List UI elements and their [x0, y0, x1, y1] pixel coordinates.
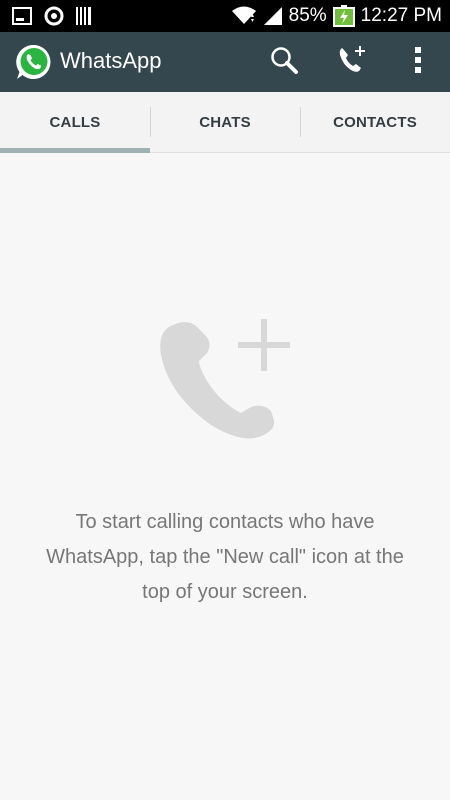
search-button[interactable] — [262, 40, 306, 84]
new-call-icon — [336, 44, 368, 81]
overflow-menu-button[interactable] — [396, 40, 440, 84]
whatsapp-logo-icon — [15, 43, 53, 81]
battery-charging-icon — [332, 5, 355, 27]
clock: 12:27 PM — [360, 5, 442, 26]
notification-icons — [12, 5, 92, 27]
new-call-icon — [155, 315, 295, 445]
system-status: 85% 12:27 PM — [231, 0, 442, 32]
wifi-icon — [231, 6, 257, 26]
tab-divider — [150, 107, 151, 137]
tab-divider — [300, 107, 301, 137]
app-bar: WhatsApp — [0, 32, 450, 92]
screen-icon — [12, 7, 32, 25]
new-call-button[interactable] — [330, 40, 374, 84]
tab-chats[interactable]: CHATS — [150, 92, 300, 152]
search-icon — [269, 45, 299, 80]
barcode-icon — [76, 7, 92, 25]
sync-icon — [44, 6, 64, 26]
tab-bar: CALLS CHATS CONTACTS — [0, 92, 450, 153]
tab-calls[interactable]: CALLS — [0, 92, 150, 152]
whatsapp-calls-screen: 85% 12:27 PM WhatsApp CALLS CHATS CONTAC… — [0, 0, 450, 800]
signal-icon — [263, 6, 283, 26]
selected-tab-indicator — [0, 148, 150, 153]
status-bar: 85% 12:27 PM — [0, 0, 450, 32]
app-title: WhatsApp — [60, 48, 162, 73]
overflow-menu-icon — [414, 46, 422, 79]
tab-contacts[interactable]: CONTACTS — [300, 92, 450, 152]
empty-state-message: To start calling contacts who have Whats… — [46, 511, 404, 603]
battery-percent: 85% — [288, 5, 327, 26]
